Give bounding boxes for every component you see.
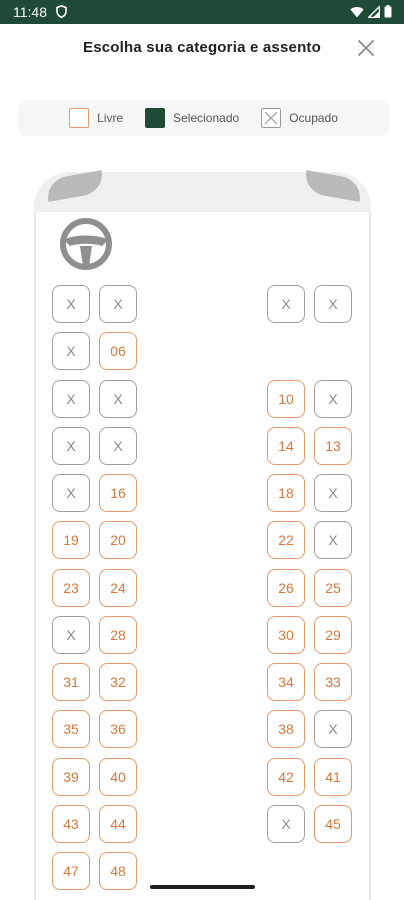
seat-34[interactable]: 34 bbox=[267, 663, 305, 701]
seat-occupied: X bbox=[52, 332, 90, 371]
seat-25[interactable]: 25 bbox=[314, 568, 352, 607]
seat-occupied: X bbox=[314, 285, 352, 323]
free-seat-swatch bbox=[69, 108, 90, 128]
seat-30[interactable]: 30 bbox=[267, 615, 305, 654]
seat-occupied: X bbox=[267, 804, 305, 843]
seat-occupied: X bbox=[314, 379, 352, 418]
signal-icon bbox=[366, 4, 381, 23]
seat-33[interactable]: 33 bbox=[314, 663, 352, 701]
seat-occupied: X bbox=[314, 521, 352, 560]
seat-38[interactable]: 38 bbox=[267, 710, 305, 749]
seat-26[interactable]: 26 bbox=[267, 568, 305, 607]
seat-occupied: X bbox=[99, 379, 137, 418]
seat-10[interactable]: 10 bbox=[267, 379, 305, 418]
seat-occupied: X bbox=[99, 285, 137, 323]
page-title: Escolha sua categoria e assento bbox=[83, 39, 321, 56]
seat-29[interactable]: 29 bbox=[314, 615, 352, 654]
seat-occupied: X bbox=[314, 710, 352, 749]
seat-19[interactable]: 19 bbox=[52, 521, 90, 560]
seat-32[interactable]: 32 bbox=[99, 663, 137, 701]
occupied-seat-swatch bbox=[261, 108, 282, 128]
seat-45[interactable]: 45 bbox=[314, 804, 352, 843]
header: Escolha sua categoria e assento bbox=[0, 24, 404, 72]
seat-16[interactable]: 16 bbox=[99, 474, 137, 512]
seat-occupied: X bbox=[52, 285, 90, 323]
steering-wheel-icon bbox=[58, 216, 114, 272]
legend-free: Livre bbox=[69, 108, 123, 128]
seat-36[interactable]: 36 bbox=[99, 710, 137, 749]
wifi-icon bbox=[350, 5, 364, 23]
legend-selected-label: Selecionado bbox=[173, 111, 240, 125]
seat-22[interactable]: 22 bbox=[267, 521, 305, 560]
seat-31[interactable]: 31 bbox=[52, 663, 90, 701]
seat-40[interactable]: 40 bbox=[99, 757, 137, 796]
seat-47[interactable]: 47 bbox=[52, 852, 90, 890]
legend-selected: Selecionado bbox=[145, 108, 239, 128]
seat-occupied: X bbox=[99, 426, 137, 465]
seat-occupied: X bbox=[267, 285, 305, 323]
seat-41[interactable]: 41 bbox=[314, 757, 352, 796]
status-bar: 11:48 bbox=[0, 0, 404, 24]
seat-42[interactable]: 42 bbox=[267, 757, 305, 796]
seat-occupied: X bbox=[52, 379, 90, 418]
selected-seat-swatch bbox=[145, 108, 166, 128]
legend-free-label: Livre bbox=[97, 111, 124, 125]
seat-48[interactable]: 48 bbox=[99, 852, 137, 890]
seat-legend: Livre Selecionado Ocupado bbox=[18, 100, 389, 136]
seat-39[interactable]: 39 bbox=[52, 757, 90, 796]
seat-35[interactable]: 35 bbox=[52, 710, 90, 749]
battery-icon bbox=[384, 5, 392, 23]
seat-28[interactable]: 28 bbox=[99, 615, 137, 654]
status-time: 11:48 bbox=[13, 4, 47, 20]
seat-18[interactable]: 18 bbox=[267, 474, 305, 512]
seat-06[interactable]: 06 bbox=[99, 332, 137, 371]
seat-24[interactable]: 24 bbox=[99, 568, 137, 607]
seat-13[interactable]: 13 bbox=[314, 426, 352, 465]
shield-icon bbox=[56, 4, 67, 23]
legend-occupied: Ocupado bbox=[261, 108, 338, 128]
seat-20[interactable]: 20 bbox=[99, 521, 137, 560]
seat-occupied: X bbox=[52, 615, 90, 654]
seat-occupied: X bbox=[52, 474, 90, 512]
seat-44[interactable]: 44 bbox=[99, 804, 137, 843]
home-indicator bbox=[150, 885, 255, 889]
seat-occupied: X bbox=[314, 474, 352, 512]
seat-43[interactable]: 43 bbox=[52, 804, 90, 843]
legend-occupied-label: Ocupado bbox=[289, 111, 338, 125]
seat-occupied: X bbox=[52, 426, 90, 465]
close-button[interactable] bbox=[352, 34, 380, 62]
seat-14[interactable]: 14 bbox=[267, 426, 305, 465]
close-icon bbox=[358, 40, 374, 56]
seat-23[interactable]: 23 bbox=[52, 568, 90, 607]
